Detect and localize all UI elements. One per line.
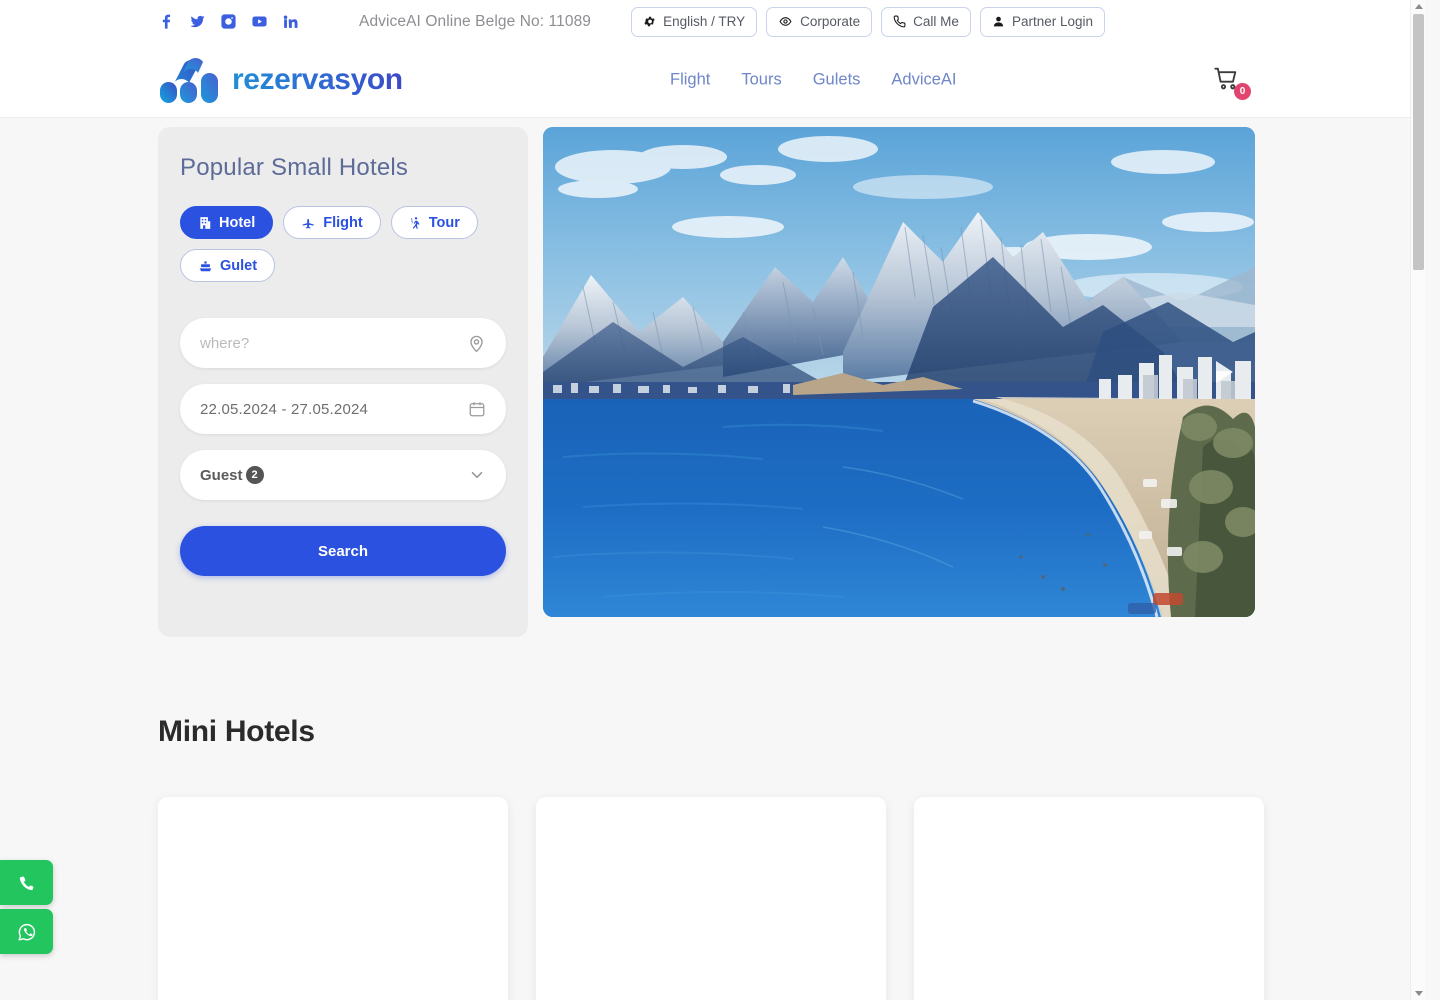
hotel-icon xyxy=(198,216,212,230)
hiker-icon xyxy=(409,216,422,230)
logo-mark-icon xyxy=(158,56,221,104)
date-range-input[interactable]: 22.05.2024 - 27.05.2024 xyxy=(180,384,506,434)
youtube-icon[interactable] xyxy=(251,13,268,30)
search-button[interactable]: Search xyxy=(180,526,506,576)
floating-contact-buttons xyxy=(0,860,53,954)
chevron-down-icon xyxy=(1414,991,1423,996)
hero-illustration xyxy=(543,127,1255,617)
license-number-text: AdviceAI Online Belge No: 11089 xyxy=(359,12,592,30)
hotel-card[interactable] xyxy=(158,797,508,1000)
logo[interactable]: rezervasyon xyxy=(158,56,403,104)
call-float-button[interactable] xyxy=(0,860,53,905)
mini-hotels-cards xyxy=(158,797,1425,1000)
cart-button[interactable]: 0 xyxy=(1211,64,1251,100)
call-me-button[interactable]: Call Me xyxy=(881,6,971,37)
scrollbar-up-button[interactable] xyxy=(1411,0,1425,13)
user-icon xyxy=(992,15,1005,28)
partner-login-label: Partner Login xyxy=(1011,14,1093,29)
top-action-buttons: English / TRY Corporate Call Me Partner … xyxy=(631,6,1105,37)
calendar-icon xyxy=(468,400,486,418)
handshake-icon xyxy=(778,15,793,28)
whatsapp-float-button[interactable] xyxy=(0,909,53,954)
gear-icon xyxy=(643,15,656,28)
nav-item-gulets[interactable]: Gulets xyxy=(813,71,861,90)
tab-flight-label: Flight xyxy=(323,214,363,231)
guest-label: Guest xyxy=(200,466,243,484)
call-me-label: Call Me xyxy=(913,14,959,29)
phone-icon xyxy=(893,15,906,28)
main-nav: Flight Tours Gulets AdviceAI xyxy=(670,71,957,90)
logo-text: rezervasyon xyxy=(232,63,403,96)
boat-icon xyxy=(198,259,213,273)
hero-image[interactable] xyxy=(543,127,1255,617)
twitter-icon[interactable] xyxy=(189,13,206,30)
facebook-icon[interactable] xyxy=(158,13,175,30)
search-type-tabs: Hotel Flight Tour Gulet xyxy=(180,206,506,282)
tab-hotel[interactable]: Hotel xyxy=(180,206,274,239)
guest-count-badge: 2 xyxy=(245,466,264,484)
search-panel-title: Popular Small Hotels xyxy=(180,154,409,181)
location-pin-icon xyxy=(467,334,486,353)
tab-gulet[interactable]: Gulet xyxy=(180,249,276,282)
nav-item-adviceai[interactable]: AdviceAI xyxy=(891,71,956,90)
hero-next-slide-button[interactable] xyxy=(1216,361,1233,383)
top-utility-bar: AdviceAI Online Belge No: 11089 English … xyxy=(0,0,1425,43)
instagram-icon[interactable] xyxy=(220,13,237,30)
hero-row: Popular Small Hotels Hotel Flight Tour G… xyxy=(0,118,1425,637)
partner-login-button[interactable]: Partner Login xyxy=(979,6,1105,37)
nav-item-tours[interactable]: Tours xyxy=(741,71,781,90)
corporate-label: Corporate xyxy=(800,14,861,29)
page-root: AdviceAI Online Belge No: 11089 English … xyxy=(0,0,1425,1000)
plane-icon xyxy=(301,216,316,230)
chevron-up-icon xyxy=(1414,4,1423,9)
linkedin-icon[interactable] xyxy=(282,13,299,30)
tab-gulet-label: Gulet xyxy=(220,257,258,274)
corporate-button[interactable]: Corporate xyxy=(766,6,873,37)
whatsapp-icon xyxy=(16,921,38,943)
language-currency-button[interactable]: English / TRY xyxy=(631,6,758,37)
destination-input[interactable]: where? xyxy=(180,318,506,368)
guest-selector[interactable]: Guest 2 xyxy=(180,450,506,500)
search-panel: Popular Small Hotels Hotel Flight Tour G… xyxy=(158,127,528,637)
scrollbar-down-button[interactable] xyxy=(1411,987,1425,1000)
language-currency-label: English / TRY xyxy=(663,14,746,29)
tab-flight[interactable]: Flight xyxy=(283,206,381,239)
social-links xyxy=(158,13,299,30)
site-header: rezervasyon Flight Tours Gulets AdviceAI… xyxy=(0,43,1425,118)
phone-icon xyxy=(17,873,37,893)
date-range-value: 22.05.2024 - 27.05.2024 xyxy=(200,400,369,418)
nav-item-flight[interactable]: Flight xyxy=(670,71,710,90)
hotel-card[interactable] xyxy=(914,797,1264,1000)
tab-tour[interactable]: Tour xyxy=(390,206,478,239)
tab-tour-label: Tour xyxy=(428,214,460,231)
page-scrollbar[interactable] xyxy=(1410,0,1425,1000)
hotel-card[interactable] xyxy=(536,797,886,1000)
scrollbar-thumb[interactable] xyxy=(1413,14,1424,270)
cart-count-badge: 0 xyxy=(1234,83,1251,100)
tab-hotel-label: Hotel xyxy=(219,214,256,231)
guest-label-wrap: Guest 2 xyxy=(200,466,468,484)
chevron-down-icon xyxy=(468,466,486,484)
mini-hotels-section: Mini Hotels xyxy=(0,637,1425,1000)
mini-hotels-title: Mini Hotels xyxy=(158,715,315,748)
destination-placeholder: where? xyxy=(200,334,250,352)
